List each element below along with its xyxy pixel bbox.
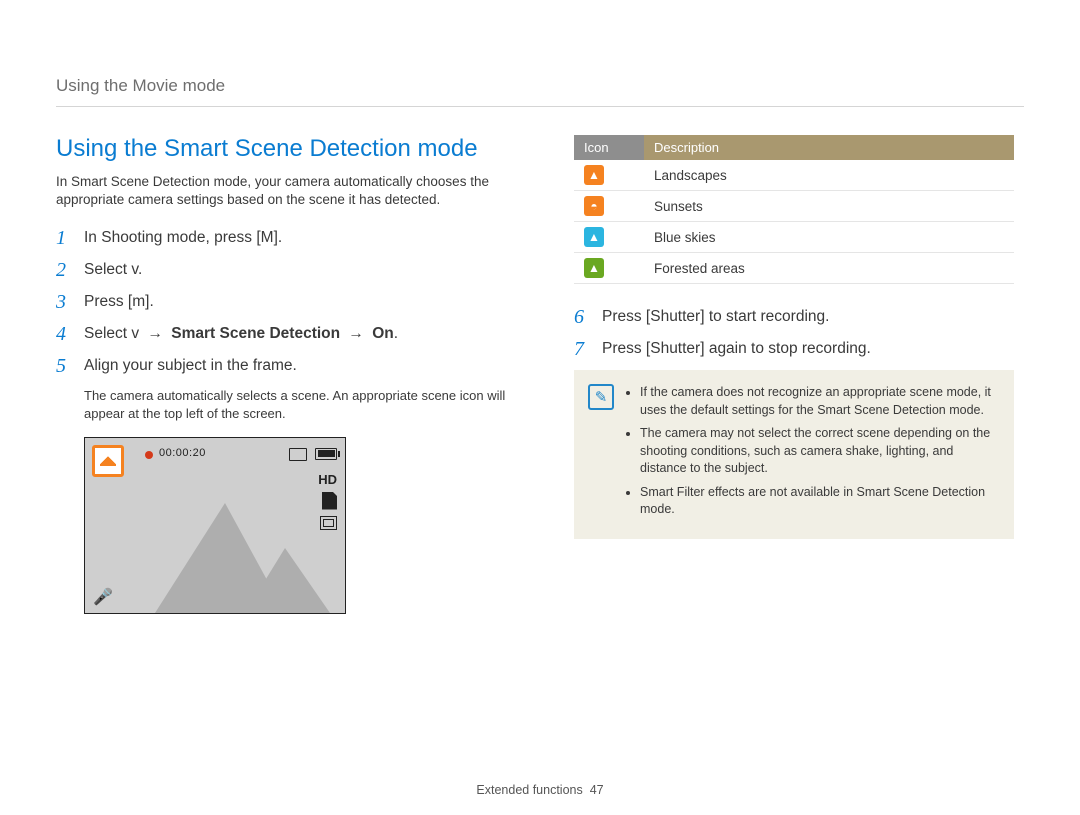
- step-number: 2: [56, 259, 84, 281]
- intro-text: In Smart Scene Detection mode, your came…: [56, 173, 526, 209]
- breadcrumb: Using the Movie mode: [56, 76, 1024, 107]
- section-heading: Using the Smart Scene Detection mode: [56, 135, 526, 163]
- arrow-icon: →: [340, 325, 372, 342]
- step-subtext: The camera automatically selects a scene…: [84, 387, 526, 422]
- arrow-icon: →: [139, 325, 171, 342]
- table-row: ▲ Forested areas: [574, 253, 1014, 284]
- step-number: 3: [56, 291, 84, 313]
- table-header-icon: Icon: [574, 135, 644, 160]
- step-text: In Shooting mode, press [M].: [84, 227, 282, 247]
- step-5: 5 Align your subject in the frame.: [56, 355, 526, 377]
- note-item: The camera may not select the correct sc…: [640, 425, 1000, 478]
- page-footer: Extended functions 47: [0, 783, 1080, 797]
- sunsets-icon: ◓: [584, 196, 604, 216]
- step-number: 5: [56, 355, 84, 377]
- record-time: 00:00:20: [159, 447, 206, 459]
- menu-item-smart-scene: Smart Scene Detection: [171, 325, 340, 342]
- step-2: 2 Select v.: [56, 259, 526, 281]
- step-6: 6 Press [Shutter] to start recording.: [574, 306, 1014, 328]
- blue-skies-icon: ▲: [584, 227, 604, 247]
- footer-page-number: 47: [590, 783, 604, 797]
- step-4: 4 Select v → Smart Scene Detection → On.: [56, 323, 526, 345]
- movie-mode-glyph: v: [131, 261, 138, 278]
- scene-icon-table: Icon Description ▲ Landscapes ◓ Sunsets …: [574, 135, 1014, 284]
- right-column: Icon Description ▲ Landscapes ◓ Sunsets …: [574, 135, 1014, 614]
- note-item: Smart Filter effects are not available i…: [640, 484, 1000, 519]
- table-cell-description: Sunsets: [644, 191, 1014, 222]
- step-number: 4: [56, 323, 84, 345]
- left-column: Using the Smart Scene Detection mode In …: [56, 135, 526, 614]
- mode-button-glyph: M: [261, 229, 274, 246]
- table-row: ▲ Blue skies: [574, 222, 1014, 253]
- note-icon: ✎: [588, 384, 614, 410]
- step-1: 1 In Shooting mode, press [M].: [56, 227, 526, 249]
- movie-mode-glyph: v: [131, 325, 139, 342]
- table-cell-description: Landscapes: [644, 160, 1014, 191]
- step-text: Press [Shutter] to start recording.: [602, 306, 829, 326]
- table-cell-description: Forested areas: [644, 253, 1014, 284]
- table-row: ◓ Sunsets: [574, 191, 1014, 222]
- table-header-description: Description: [644, 135, 1014, 160]
- step-number: 1: [56, 227, 84, 249]
- battery-icon: [315, 448, 337, 460]
- step-text: Press [Shutter] again to stop recording.: [602, 338, 871, 358]
- step-text: Select v → Smart Scene Detection → On.: [84, 323, 398, 343]
- camera-preview: 00:00:20 HD 🎤: [84, 437, 346, 614]
- note-list: If the camera does not recognize an appr…: [626, 384, 1000, 525]
- table-row: ▲ Landscapes: [574, 160, 1014, 191]
- record-indicator-icon: [145, 451, 153, 459]
- landscape-illustration: [85, 493, 345, 613]
- menu-item-on: On: [372, 325, 394, 342]
- step-text: Press [m].: [84, 291, 154, 311]
- step-3: 3 Press [m].: [56, 291, 526, 313]
- menu-button-glyph: m: [132, 293, 145, 310]
- shots-remaining-icon: [289, 448, 307, 461]
- step-number: 6: [574, 306, 602, 328]
- note-box: ✎ If the camera does not recognize an ap…: [574, 370, 1014, 539]
- step-number: 7: [574, 338, 602, 360]
- step-7: 7 Press [Shutter] again to stop recordin…: [574, 338, 1014, 360]
- scene-icon-landscape: [92, 445, 124, 477]
- hd-indicator: HD: [318, 472, 337, 487]
- footer-section: Extended functions: [476, 783, 582, 797]
- step-text: Align your subject in the frame.: [84, 355, 297, 375]
- step-text: Select v.: [84, 259, 142, 279]
- table-cell-description: Blue skies: [644, 222, 1014, 253]
- landscapes-icon: ▲: [584, 165, 604, 185]
- note-item: If the camera does not recognize an appr…: [640, 384, 1000, 419]
- forested-areas-icon: ▲: [584, 258, 604, 278]
